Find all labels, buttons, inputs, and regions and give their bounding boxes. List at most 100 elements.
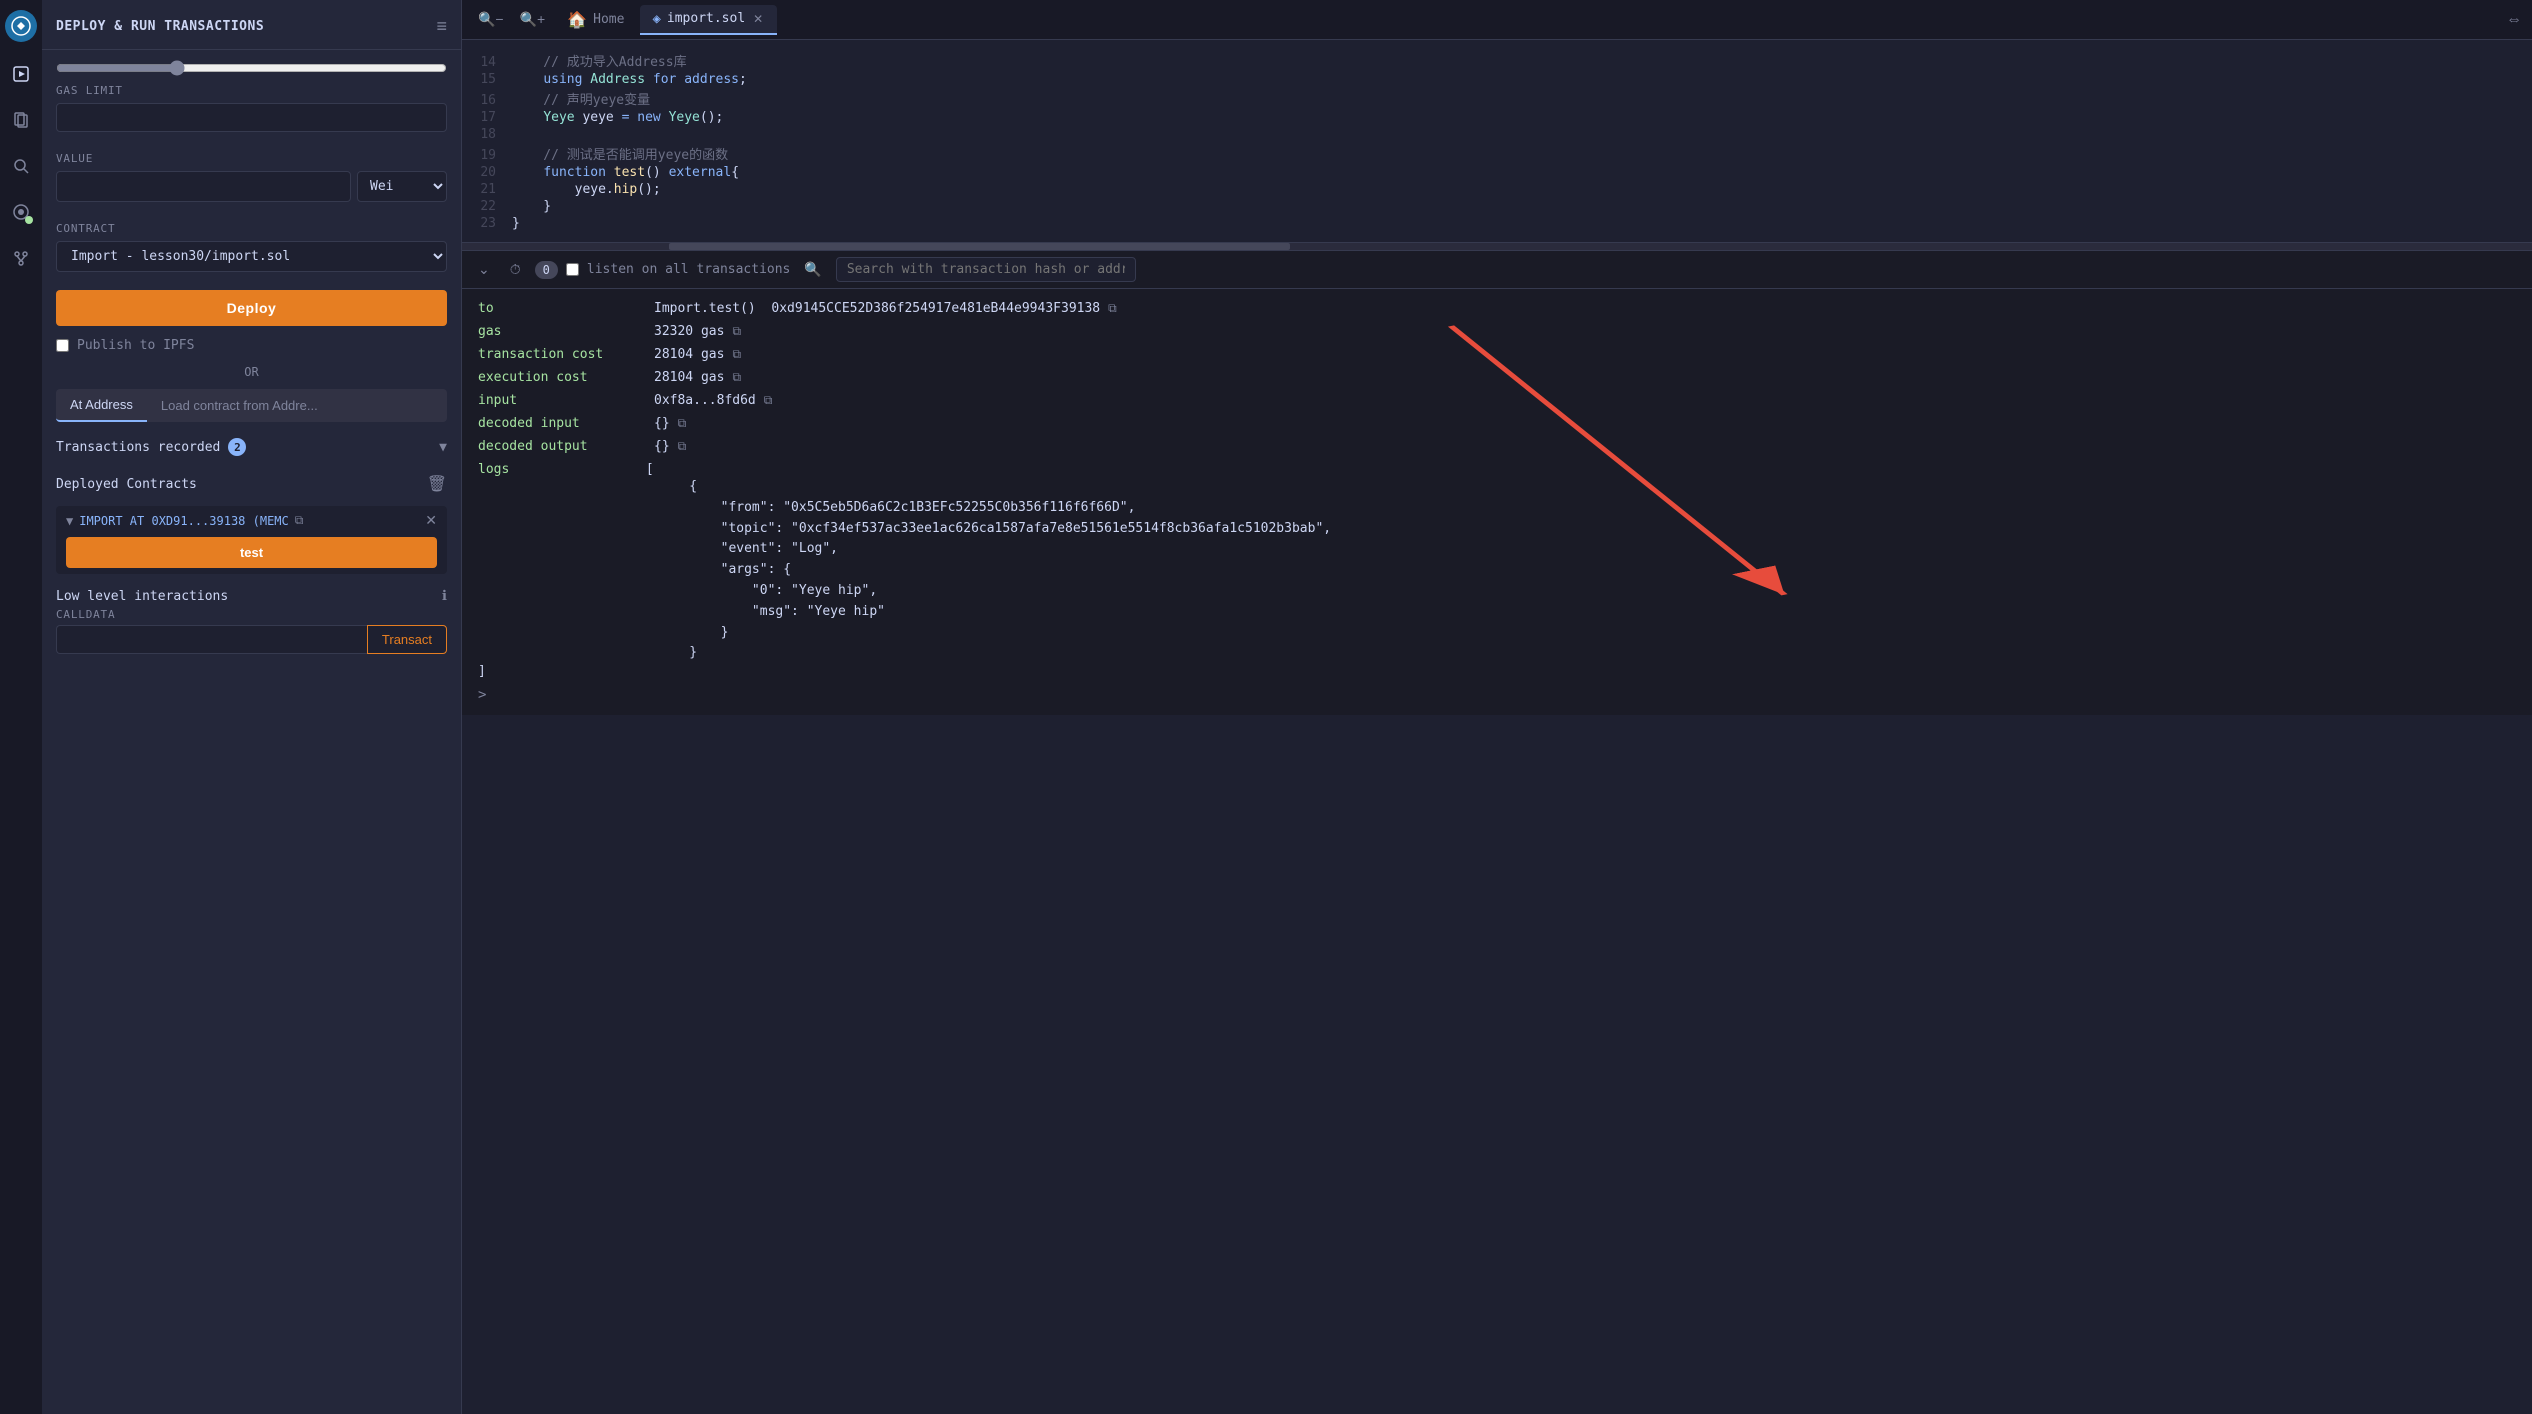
code-line-17: 17 Yeye yeye = new Yeye(); [462,109,2532,126]
tx-row-decoded-output: decoded output {} ⧉ [462,435,2532,458]
value-unit-select[interactable]: Wei Gwei Finney Ether [357,171,447,202]
tx-row-input: input 0xf8a...8fd6d ⧉ [462,389,2532,412]
contract-label: CONTRACT [56,222,447,235]
tx-key-decoded-output: decoded output [478,439,638,454]
code-line-22: 22 } [462,198,2532,215]
code-line-21: 21 yeye.hip(); [462,181,2532,198]
tx-val-input: 0xf8a...8fd6d ⧉ [654,393,772,408]
contract-instance-close-icon[interactable]: ✕ [425,512,437,529]
code-line-14: 14 // 成功导入Address库 [462,50,2532,71]
listen-row: listen on all transactions [566,262,791,277]
copy-input-icon[interactable]: ⧉ [764,393,773,408]
contract-section: CONTRACT Import - lesson30/import.sol [42,212,461,282]
calldata-input[interactable] [56,625,367,654]
listen-all-checkbox[interactable] [566,263,579,276]
copy-decoded-output-icon[interactable]: ⧉ [678,439,687,454]
panel-title: DEPLOY & RUN TRANSACTIONS [56,19,264,34]
transactions-recorded-title: Transactions recorded 2 [56,438,246,456]
counter-badge: 0 [535,261,558,279]
right-panel: 🔍− 🔍+ 🏠 Home ◈ import.sol ✕ ⇔ 14 // 成功导入… [462,0,2532,1414]
tx-row-to: to Import.test() 0xd9145CCE52D386f254917… [462,297,2532,320]
contract-chevron-icon: ▼ [66,514,73,528]
code-line-20: 20 function test() external{ [462,164,2532,181]
zoom-in-icon[interactable]: 🔍+ [514,7,552,32]
search-bottom-icon[interactable]: 🔍 [798,259,827,280]
tx-row-logs: logs [ { "from": "0x5C5eb5D6a6C2c1B3EFc5… [462,458,2532,683]
value-input[interactable]: 0 [56,171,351,202]
calldata-row: Transact [56,625,447,654]
code-line-15: 15 using Address for address; [462,71,2532,88]
copy-excost-icon[interactable]: ⧉ [732,370,741,385]
scrollbar-area[interactable] [462,242,2532,250]
transact-button[interactable]: Transact [367,625,447,654]
contract-select[interactable]: Import - lesson30/import.sol [56,241,447,272]
tab-bar: 🔍− 🔍+ 🏠 Home ◈ import.sol ✕ ⇔ [462,0,2532,40]
code-line-16: 16 // 声明yeye变量 [462,88,2532,109]
copy-to-icon[interactable]: ⧉ [1108,301,1117,316]
deployed-contracts-trash-icon[interactable]: 🗑 [427,474,447,494]
code-area: 14 // 成功导入Address库 15 using Address for … [462,40,2532,242]
gas-limit-slider[interactable] [56,60,447,76]
value-label: VALUE [56,152,447,165]
clock-icon[interactable]: ⏱ [504,259,527,280]
copy-decoded-input-icon[interactable]: ⧉ [678,416,687,431]
menu-icon[interactable]: ≡ [436,16,447,37]
home-tab[interactable]: 🏠 Home [555,4,636,35]
tx-val-decoded-output: {} ⧉ [654,439,686,454]
git-icon[interactable] [7,244,35,272]
left-panel: DEPLOY & RUN TRANSACTIONS ≡ GAS LIMIT 30… [42,0,462,1414]
deployed-contracts-title: Deployed Contracts [56,477,197,492]
tx-key-execution-cost: execution cost [478,370,638,385]
contract-instance-copy-icon[interactable]: ⧉ [295,513,304,528]
tx-row-transaction-cost: transaction cost 28104 gas ⧉ [462,343,2532,366]
code-line-18: 18 [462,126,2532,143]
tx-log: to Import.test() 0xd9145CCE52D386f254917… [462,289,2532,715]
close-tab-icon[interactable]: ✕ [751,12,765,26]
listen-all-label: listen on all transactions [587,262,791,277]
low-level-title: Low level interactions [56,589,228,604]
gas-limit-input[interactable]: 3000000 [56,103,447,132]
left-panel-header: DEPLOY & RUN TRANSACTIONS ≡ [42,0,461,50]
bottom-bar: ⌄ ⏱ 0 listen on all transactions 🔍 [462,250,2532,715]
deploy-button[interactable]: Deploy [56,290,447,326]
tx-key-gas: gas [478,324,638,339]
tx-key-input: input [478,393,638,408]
tx-key-decoded-input: decoded input [478,416,638,431]
copy-txcost-icon[interactable]: ⧉ [732,347,741,362]
or-divider: OR [42,361,461,383]
test-button[interactable]: test [66,537,437,568]
value-section: VALUE 0 Wei Gwei Finney Ether [42,142,461,212]
publish-ipfs-label: Publish to IPFS [77,338,194,353]
contract-instance: ▼ IMPORT AT 0XD91...39138 (MEMC ⧉ ✕ test [56,506,447,574]
expand-icon[interactable]: ⇔ [2506,11,2522,29]
search-icon[interactable] [7,152,35,180]
copy-gas-icon[interactable]: ⧉ [732,324,741,339]
publish-ipfs-checkbox[interactable] [56,339,69,352]
load-contract-button[interactable]: Load contract from Addre... [147,389,447,422]
tx-row-decoded-input: decoded input {} ⧉ [462,412,2532,435]
zoom-out-icon[interactable]: 🔍− [472,7,510,32]
tx-row-gas: gas 32320 gas ⧉ [462,320,2532,343]
plugin-icon[interactable] [7,198,35,226]
code-line-23: 23 } [462,215,2532,232]
low-level-interactions-row: Low level interactions ℹ [42,578,461,608]
contract-instance-label: IMPORT AT 0XD91...39138 (MEMC [79,514,289,528]
at-address-button[interactable]: At Address [56,389,147,422]
files-icon[interactable] [7,106,35,134]
gas-limit-section: GAS LIMIT 3000000 [42,50,461,142]
tx-key-to: to [478,301,638,316]
chevron-down-icon[interactable]: ⌄ [472,259,496,280]
brand-icon[interactable] [5,10,37,42]
import-sol-tab[interactable]: ◈ import.sol ✕ [640,5,777,35]
contract-instance-header: ▼ IMPORT AT 0XD91...39138 (MEMC ⧉ ✕ [66,512,437,529]
tx-val-transaction-cost: 28104 gas ⧉ [654,347,741,362]
tx-val-logs-content: { "from": "0x5C5eb5D6a6C2c1B3EFc52255C0b… [658,477,2516,664]
tx-row-execution-cost: execution cost 28104 gas ⧉ [462,366,2532,389]
calldata-label: CALLDATA [42,608,461,625]
tx-search-input[interactable] [836,257,1136,282]
at-address-row: At Address Load contract from Addre... [56,389,447,422]
deploy-run-icon[interactable] [7,60,35,88]
code-line-19: 19 // 测试是否能调用yeye的函数 [462,143,2532,164]
transactions-recorded-row[interactable]: Transactions recorded 2 ▼ [42,428,461,466]
low-level-info-icon[interactable]: ℹ [442,588,447,604]
